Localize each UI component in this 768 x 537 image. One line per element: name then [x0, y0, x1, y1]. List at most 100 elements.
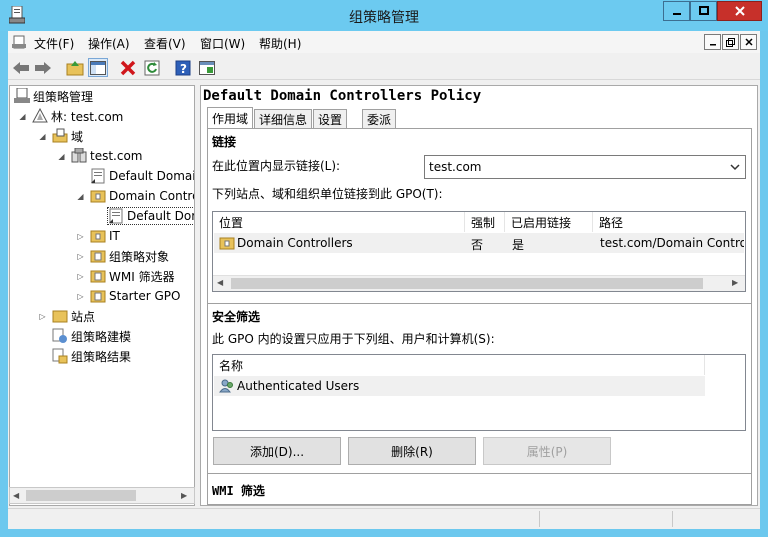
- col-location[interactable]: 位置: [213, 212, 465, 232]
- svg-text:?: ?: [180, 62, 187, 76]
- close-button[interactable]: [717, 1, 762, 21]
- modeling-icon: [52, 328, 68, 344]
- refresh-icon[interactable]: [142, 58, 162, 77]
- status-divider: [672, 511, 673, 527]
- security-description: 此 GPO 内的设置只应用于下列组、用户和计算机(S):: [212, 332, 495, 346]
- tree-label: test.com: [90, 149, 143, 163]
- help-icon[interactable]: ?: [173, 58, 193, 77]
- status-divider: [539, 511, 540, 527]
- gpo-link-icon: [108, 208, 124, 224]
- menu-view[interactable]: 查看(V): [144, 35, 186, 52]
- expand-arrow-icon[interactable]: ▷: [38, 312, 47, 321]
- domains-icon: [52, 128, 68, 144]
- show-hide-tree-icon[interactable]: [88, 58, 108, 77]
- links-list[interactable]: 位置 强制 已启用链接 路径 Domain Controllers 否 是 te…: [212, 211, 746, 292]
- col-name[interactable]: 名称: [213, 355, 705, 375]
- scroll-left-arrow-icon[interactable]: ◀: [13, 491, 19, 500]
- tree-horizontal-scrollbar[interactable]: ◀ ▶: [9, 487, 195, 504]
- child-minimize-button[interactable]: [704, 34, 721, 50]
- tree-gpo-objects[interactable]: ▷ 组策略对象: [76, 247, 169, 265]
- tree-sites[interactable]: ▷ 站点: [38, 307, 95, 325]
- scroll-thumb[interactable]: [26, 490, 136, 501]
- menu-file[interactable]: 文件(F): [34, 35, 74, 52]
- tree-domain-test[interactable]: ◢ test.com: [57, 147, 143, 165]
- expand-arrow-icon[interactable]: ▷: [76, 232, 85, 241]
- tree-wmi-filters[interactable]: ▷ WMI 筛选器: [76, 267, 175, 285]
- up-folder-icon[interactable]: [65, 58, 85, 77]
- console-pane-icon[interactable]: [197, 58, 217, 77]
- tab-scope[interactable]: 作用域: [207, 107, 254, 129]
- scroll-right-arrow-icon[interactable]: ▶: [181, 491, 187, 500]
- tree-gp-modeling[interactable]: 组策略建模: [52, 327, 131, 345]
- domain-icon: [71, 147, 87, 164]
- back-arrow-icon[interactable]: [11, 58, 31, 77]
- menu-help[interactable]: 帮助(H): [259, 35, 301, 52]
- row-enabled: 是: [512, 238, 525, 252]
- child-restore-button[interactable]: [722, 34, 739, 50]
- links-horizontal-scrollbar[interactable]: ◀ ▶: [213, 275, 745, 291]
- maximize-button[interactable]: [690, 1, 717, 21]
- ou-folder-icon: [90, 188, 106, 204]
- status-bar: [8, 508, 760, 529]
- sites-folder-icon: [52, 308, 68, 324]
- ou-folder-icon: [90, 228, 106, 244]
- tree-root-gpm[interactable]: 组策略管理: [14, 87, 93, 105]
- menu-window[interactable]: 窗口(W): [200, 35, 245, 52]
- tree-label: Default Dor: [127, 209, 195, 223]
- scroll-thumb[interactable]: [231, 278, 703, 289]
- tree-label: 组策略结果: [71, 349, 132, 364]
- expand-arrow-icon[interactable]: ▷: [76, 252, 85, 261]
- tree-label: 组策略建模: [71, 329, 132, 344]
- scroll-right-arrow-icon[interactable]: ▶: [732, 278, 738, 287]
- tree-starter-gpo[interactable]: ▷ Starter GPO: [76, 287, 180, 305]
- expand-arrow-icon[interactable]: ▷: [76, 272, 85, 281]
- tree-default-domain-policy[interactable]: Default Domai: [90, 167, 194, 185]
- collapse-arrow-icon[interactable]: ◢: [76, 192, 85, 201]
- tree-label: 组策略对象: [109, 249, 170, 264]
- tree-ou-it[interactable]: ▷ IT: [76, 227, 119, 245]
- forest-icon: [32, 107, 48, 124]
- minimize-button[interactable]: [663, 1, 690, 21]
- security-list[interactable]: 名称 Authenticated Users: [212, 354, 746, 431]
- menu-action[interactable]: 操作(A): [88, 35, 130, 52]
- collapse-arrow-icon[interactable]: ◢: [57, 152, 66, 161]
- properties-button[interactable]: 属性(P): [483, 437, 611, 465]
- security-item-label: Authenticated Users: [237, 379, 360, 393]
- tree-default-dc-policy[interactable]: Default Dor: [107, 207, 195, 225]
- tab-delegation[interactable]: 委派: [362, 109, 397, 128]
- col-link-enabled[interactable]: 已启用链接: [505, 212, 593, 232]
- list-item[interactable]: Authenticated Users: [214, 376, 705, 396]
- divider: [208, 473, 751, 474]
- tree-label: Starter GPO: [109, 289, 181, 303]
- expand-arrow-icon[interactable]: ▷: [76, 292, 85, 301]
- folder-icon: [90, 268, 106, 284]
- child-close-button[interactable]: [740, 34, 757, 50]
- col-path[interactable]: 路径: [593, 212, 745, 232]
- table-row[interactable]: Domain Controllers 否 是 test.com/Domain C…: [214, 233, 744, 253]
- gpo-title: Default Domain Controllers Policy: [203, 88, 482, 104]
- document-icon[interactable]: [12, 35, 26, 52]
- tab-details[interactable]: 详细信息: [254, 109, 313, 128]
- forward-arrow-icon[interactable]: [33, 58, 53, 77]
- users-group-icon: [219, 378, 235, 397]
- folder-icon: [90, 248, 106, 264]
- tab-settings[interactable]: 设置: [313, 109, 348, 128]
- location-dropdown[interactable]: test.com: [424, 155, 746, 179]
- tree-forest[interactable]: ◢ 林: test.com: [18, 107, 123, 125]
- collapse-arrow-icon[interactable]: ◢: [38, 132, 47, 141]
- remove-button[interactable]: 删除(R): [348, 437, 476, 465]
- scroll-left-arrow-icon[interactable]: ◀: [217, 278, 223, 287]
- tree-ou-domain-controllers[interactable]: ◢ Domain Contro: [76, 187, 194, 205]
- delete-icon[interactable]: [118, 58, 138, 77]
- add-button[interactable]: 添加(D)...: [213, 437, 341, 465]
- tree-domains[interactable]: ◢ 域: [38, 127, 83, 145]
- security-heading: 安全筛选: [212, 310, 261, 324]
- collapse-arrow-icon[interactable]: ◢: [18, 112, 27, 121]
- menu-bar: 文件(F) 操作(A) 查看(V) 窗口(W) 帮助(H): [8, 31, 760, 53]
- tree-gp-results[interactable]: 组策略结果: [52, 347, 131, 365]
- results-icon: [52, 348, 68, 364]
- col-enforced[interactable]: 强制: [465, 212, 505, 232]
- row-location: Domain Controllers: [237, 236, 353, 250]
- tree-label: WMI 筛选器: [109, 269, 175, 284]
- console-tree[interactable]: 组策略管理 ◢ 林: test.com ◢ 域 ◢ test.com Defau…: [9, 85, 195, 506]
